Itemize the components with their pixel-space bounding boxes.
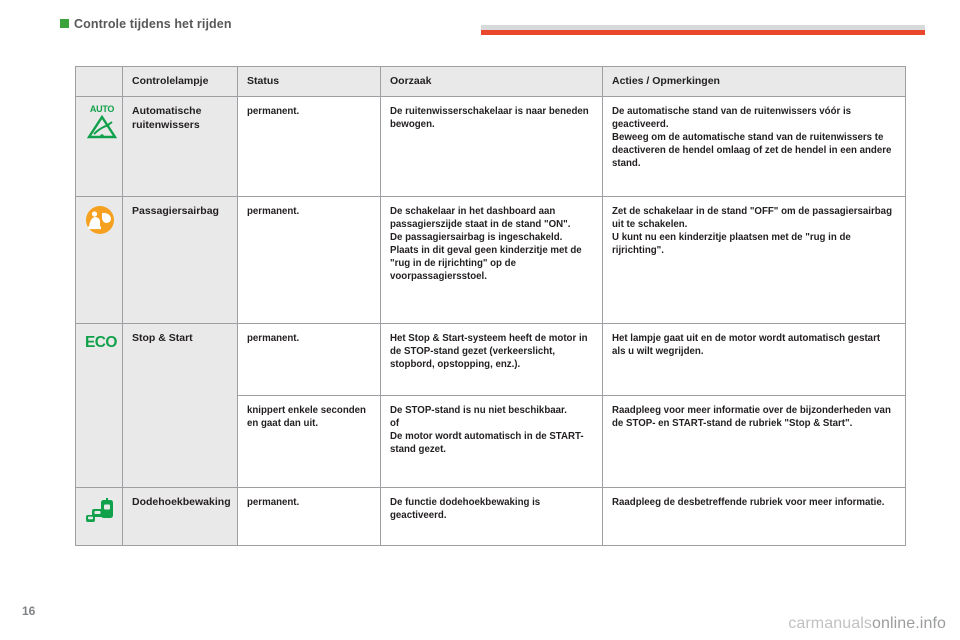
page-header: Controle tijdens het rijden [0, 0, 960, 48]
light-action: Raadpleeg voor meer informatie over de b… [602, 395, 906, 488]
light-name: Stop & Start [122, 323, 238, 488]
icon-cell-auto-wiper: AUTO [75, 96, 123, 197]
passenger-airbag-icon [86, 206, 114, 234]
warning-lights-table: Controlelampje Status Oorzaak Acties / O… [75, 66, 906, 546]
icon-cell-eco: ECO [75, 323, 123, 488]
table-row: Passagiersairbag permanent. De schakelaa… [75, 196, 906, 324]
page-number: 16 [22, 604, 36, 618]
light-cause: De functie dodehoekbewaking is geactivee… [380, 487, 603, 546]
light-name: Automatische ruitenwissers [122, 96, 238, 197]
manual-page: Controle tijdens het rijden Controlelamp… [0, 0, 960, 640]
column-header-status: Status [237, 66, 381, 97]
light-cause-line: De schakelaar in het dashboard aan passa… [390, 206, 571, 230]
page-title: Controle tijdens het rijden [74, 17, 232, 31]
table-header-row: Controlelampje Status Oorzaak Acties / O… [75, 66, 906, 97]
light-action-line: Beweeg om de automatische stand van de r… [612, 132, 892, 169]
icon-cell-blind-spot [75, 487, 123, 546]
light-action-line: U kunt nu een kinderzitje plaatsen met d… [612, 232, 851, 256]
light-cause: De STOP-stand is nu niet beschikbaar. of… [380, 395, 603, 488]
light-status: permanent. [237, 196, 381, 324]
auto-wiper-icon: AUTO [85, 105, 119, 146]
table-row: Dodehoekbewaking permanent. De functie d… [75, 487, 906, 546]
light-action: De automatische stand van de ruitenwisse… [602, 96, 906, 197]
blind-spot-monitoring-icon [86, 498, 113, 522]
column-header-oorzaak: Oorzaak [380, 66, 603, 97]
light-cause-line: De passagiersairbag is ingeschakeld. Pla… [390, 232, 582, 282]
light-cause-line: De motor wordt automatisch in de START-s… [390, 431, 584, 455]
light-action-line: De automatische stand van de ruitenwisse… [612, 106, 852, 130]
light-status: permanent. [237, 96, 381, 197]
table-row: ECO Stop & Start permanent. Het Stop & S… [75, 323, 906, 488]
eco-icon: ECO [85, 334, 117, 351]
light-cause-line: De STOP-stand is nu niet beschikbaar. [390, 405, 567, 416]
header-rule-red [481, 30, 925, 35]
section-marker [60, 19, 69, 28]
auto-wiper-icon-label: AUTO [89, 104, 115, 114]
light-cause: De schakelaar in het dashboard aan passa… [380, 196, 603, 324]
light-action: Het lampje gaat uit en de motor wordt au… [602, 323, 906, 396]
light-status: permanent. [237, 323, 381, 396]
light-action-line: Zet de schakelaar in de stand "OFF" om d… [612, 206, 892, 230]
light-cause: De ruitenwisserschakelaar is naar benede… [380, 96, 603, 197]
watermark: carmanualsonline.info [788, 615, 946, 633]
light-cause: Het Stop & Start-systeem heeft de motor … [380, 323, 603, 396]
column-header-icon [75, 66, 123, 97]
light-cause-line: of [390, 418, 400, 429]
column-header-acties: Acties / Opmerkingen [602, 66, 906, 97]
watermark-dark: online.info [871, 615, 946, 632]
warning-lights-table-wrapper: Controlelampje Status Oorzaak Acties / O… [75, 66, 906, 546]
icon-cell-passenger-airbag [75, 196, 123, 324]
light-name: Dodehoekbewaking [122, 487, 238, 546]
wiper-glyph [86, 114, 118, 139]
light-status: knippert enkele seconden en gaat dan uit… [237, 395, 381, 488]
column-header-controlelampje: Controlelampje [122, 66, 238, 97]
light-name: Passagiersairbag [122, 196, 238, 324]
watermark-light: carmanuals [788, 615, 872, 632]
light-action: Zet de schakelaar in de stand "OFF" om d… [602, 196, 906, 324]
light-status: permanent. [237, 487, 381, 546]
light-action: Raadpleeg de desbetreffende rubriek voor… [602, 487, 906, 546]
table-row: AUTO Automatische ruitenwissers permanen… [75, 96, 906, 197]
